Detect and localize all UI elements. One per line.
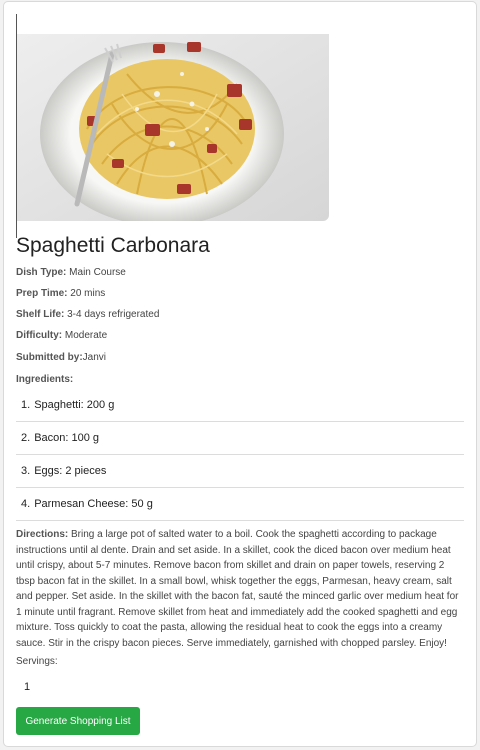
- prep-time: Prep Time: 20 mins: [16, 288, 105, 299]
- submitted-by: Submitted by:Janvi: [16, 352, 106, 363]
- ingredient-number: 4.: [21, 498, 31, 510]
- shelf-life: Shelf Life: 3-4 days refrigerated: [16, 309, 159, 320]
- directions-label: Directions:: [16, 529, 69, 540]
- submitted-by-value: Janvi: [82, 352, 107, 363]
- dish-type: Dish Type: Main Course: [16, 267, 126, 278]
- ingredient-text: Spaghetti: 200 g: [34, 399, 115, 411]
- directions-text: Bring a large pot of salted water to a b…: [16, 529, 459, 649]
- prep-time-value: 20 mins: [70, 288, 106, 299]
- ingredient-text: Parmesan Cheese: 50 g: [34, 498, 153, 510]
- servings-input[interactable]: [16, 674, 174, 700]
- shelf-life-label: Shelf Life:: [16, 309, 65, 320]
- list-item: 4. Parmesan Cheese: 50 g: [16, 488, 464, 521]
- difficulty-label: Difficulty:: [16, 330, 63, 341]
- directions: Directions: Bring a large pot of salted …: [16, 527, 462, 651]
- recipe-card: Spaghetti Carbonara Dish Type: Main Cour…: [3, 1, 477, 747]
- submitted-by-label: Submitted by:: [16, 352, 83, 363]
- dish-type-label: Dish Type:: [16, 267, 67, 278]
- dish-type-value: Main Course: [69, 267, 126, 278]
- ingredients-list: 1. Spaghetti: 200 g 2. Bacon: 100 g 3. Eggs…: [16, 389, 464, 521]
- ingredient-number: 3.: [21, 465, 31, 477]
- prep-time-label: Prep Time:: [16, 288, 68, 299]
- list-item: 1. Spaghetti: 200 g: [16, 389, 464, 422]
- ingredient-text: Bacon: 100 g: [34, 432, 100, 444]
- list-item: 2. Bacon: 100 g: [16, 422, 464, 455]
- shelf-life-value: 3-4 days refrigerated: [67, 309, 160, 320]
- ingredient-number: 1.: [21, 399, 31, 411]
- generate-shopping-list-button[interactable]: Generate Shopping List: [16, 707, 140, 735]
- recipe-image: [17, 34, 329, 221]
- ingredient-text: Eggs: 2 pieces: [34, 465, 107, 477]
- difficulty-value: Moderate: [64, 330, 108, 341]
- ingredient-number: 2.: [21, 432, 31, 444]
- list-item: 3. Eggs: 2 pieces: [16, 455, 464, 488]
- ingredients-label: Ingredients:: [16, 374, 74, 385]
- servings-label: Servings:: [16, 656, 58, 667]
- difficulty: Difficulty: Moderate: [16, 330, 107, 341]
- recipe-title: Spaghetti Carbonara: [16, 234, 210, 257]
